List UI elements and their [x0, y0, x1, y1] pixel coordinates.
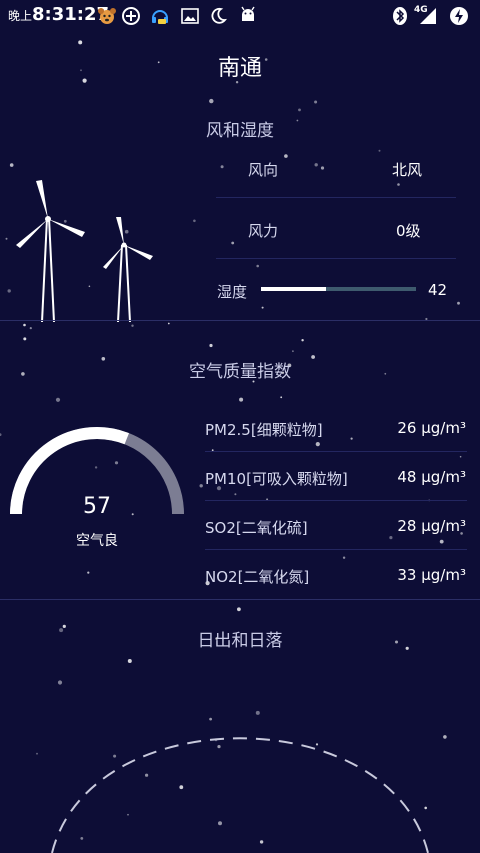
star — [459, 455, 462, 458]
star — [315, 442, 320, 447]
moon-icon — [211, 7, 227, 24]
star — [457, 301, 460, 305]
star — [23, 323, 26, 327]
humidity-bar-track — [261, 287, 416, 291]
star — [209, 98, 214, 104]
star — [280, 396, 283, 399]
star — [301, 339, 304, 342]
star — [193, 219, 196, 223]
aqi-item-value: 33 μg/m³ — [397, 566, 466, 584]
star — [87, 571, 90, 574]
star — [298, 108, 301, 112]
aqi-item-label: NO2[二氧化氮] — [205, 568, 310, 586]
star — [131, 324, 134, 327]
star — [231, 241, 235, 245]
aqi-value: 57 — [83, 494, 111, 519]
star — [29, 327, 32, 330]
star — [23, 337, 27, 341]
section-divider — [0, 599, 480, 600]
sun-arc — [51, 737, 429, 853]
star — [292, 350, 294, 353]
star — [342, 556, 346, 559]
star — [78, 40, 83, 45]
star — [5, 237, 8, 240]
star — [389, 536, 393, 540]
humidity-bar-fill — [261, 287, 327, 291]
wind-force-value: 0级 — [396, 222, 421, 240]
divider — [205, 451, 467, 452]
sun-title: 日出和日落 — [197, 631, 283, 651]
status-bar: 晚上8:31:27 4G — [0, 0, 480, 32]
star — [439, 539, 444, 544]
star — [239, 397, 244, 402]
star — [320, 166, 325, 170]
android-icon — [241, 6, 255, 21]
aqi-item-value: 28 μg/m³ — [397, 517, 466, 535]
plus-circle-icon — [122, 7, 140, 25]
star — [256, 264, 260, 268]
star — [350, 437, 353, 440]
divider — [205, 549, 467, 550]
status-clock: 晚上8:31:27 — [8, 4, 109, 25]
star — [199, 484, 203, 488]
windmill-large — [16, 180, 85, 322]
headset-icon — [152, 10, 168, 24]
aqi-item-value: 48 μg/m³ — [397, 468, 466, 486]
battery-charging-icon — [450, 7, 468, 25]
wind-force-label: 风力 — [248, 222, 279, 240]
humidity-label: 湿度 — [217, 283, 248, 301]
star — [55, 397, 61, 402]
wind-humidity-title: 风和湿度 — [206, 121, 274, 141]
aqi-item-label: PM2.5[细颗粒物] — [205, 421, 323, 439]
star — [284, 154, 288, 158]
signal-icon — [420, 8, 436, 24]
section-divider — [0, 320, 480, 321]
star — [220, 165, 224, 169]
star — [234, 493, 237, 496]
star — [0, 433, 2, 436]
aqi-item-value: 26 μg/m³ — [397, 419, 466, 437]
star — [397, 183, 400, 186]
dog-icon — [98, 8, 116, 24]
aqi-item-label: PM10[可吸入颗粒物] — [205, 470, 348, 488]
wind-direction-value: 北风 — [392, 161, 423, 179]
city-title: 南通 — [217, 56, 262, 81]
star — [209, 343, 213, 348]
humidity-value: 42 — [428, 281, 448, 299]
star — [237, 607, 241, 612]
image-icon — [181, 8, 199, 24]
aqi-item-label: SO2[二氧化硫] — [205, 519, 308, 537]
aqi-text: 空气良 — [76, 533, 118, 549]
bluetooth-icon — [393, 7, 407, 25]
divider — [205, 500, 467, 501]
windmill-illustration — [16, 180, 153, 322]
star — [314, 100, 318, 104]
star — [314, 163, 318, 167]
star — [378, 149, 381, 152]
star — [167, 322, 170, 325]
status-period: 晚上 — [8, 9, 33, 23]
star — [9, 163, 14, 167]
wind-direction-label: 风向 — [248, 161, 279, 179]
windmill-small — [103, 217, 153, 322]
star — [261, 306, 264, 309]
divider — [216, 258, 456, 259]
divider — [216, 197, 456, 198]
air-quality-title: 空气质量指数 — [189, 362, 291, 382]
